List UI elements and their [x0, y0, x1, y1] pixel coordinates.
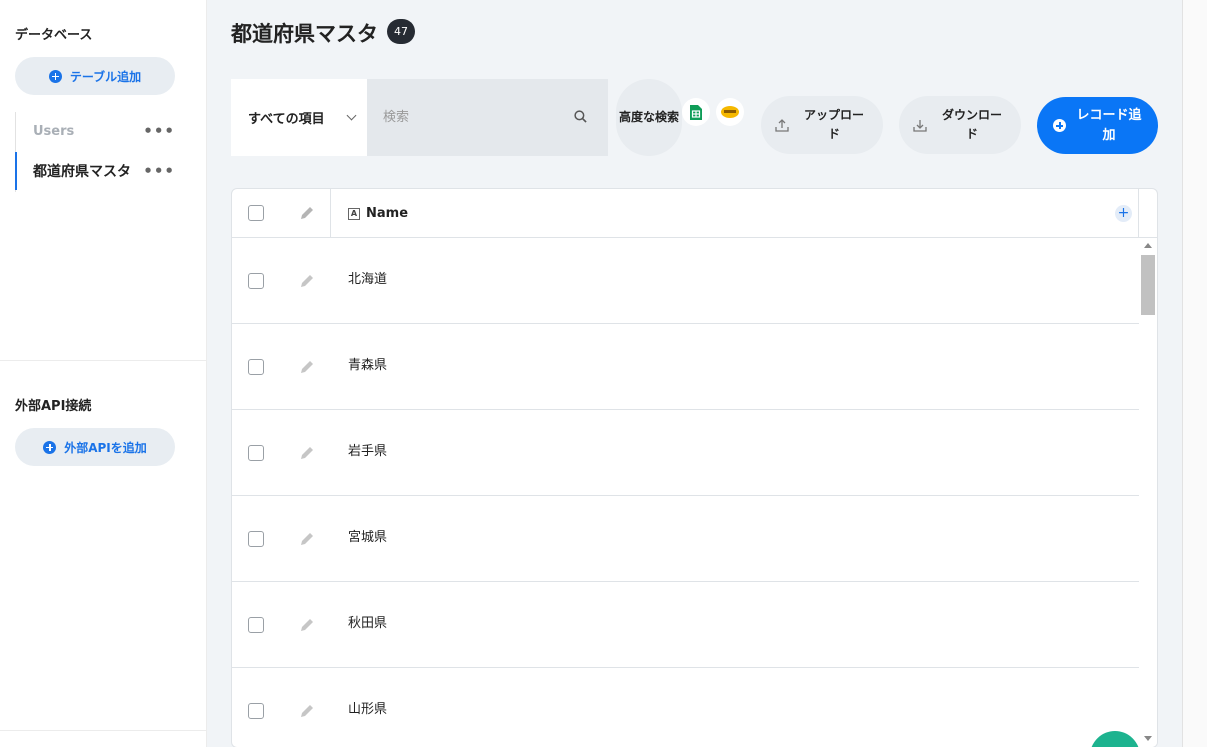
name-cell: 北海道 [348, 272, 388, 287]
table-row[interactable]: 北海道 [232, 238, 1139, 324]
sidebar-divider [0, 360, 207, 361]
row-checkbox[interactable] [248, 445, 264, 461]
row-checkbox[interactable] [248, 703, 264, 719]
add-external-api-button[interactable]: 外部APIを追加 [15, 428, 175, 466]
name-cell: 秋田県 [348, 616, 388, 631]
edit-icon[interactable] [298, 616, 316, 634]
sidebar-item-prefecture-master[interactable]: 都道府県マスタ ••• [15, 152, 190, 190]
search-input[interactable] [367, 79, 608, 156]
sidebar: データベース テーブル追加 Users ••• 都道府県マスタ ••• 外部AP… [0, 0, 207, 747]
sidebar-item-label: Users [33, 123, 75, 139]
add-record-label: レコード追加 [1076, 107, 1142, 143]
plus-circle-icon [1053, 119, 1066, 132]
table-row[interactable]: 宮城県 [232, 496, 1139, 582]
database-section-title: データベース [15, 28, 93, 43]
field-filter-select[interactable]: すべての項目 [231, 79, 367, 156]
name-cell: 山形県 [348, 702, 388, 717]
download-button[interactable]: ダウンロード [899, 96, 1021, 154]
filter-select-value: すべての項目 [248, 112, 325, 127]
column-header-name[interactable]: A Name [330, 189, 408, 238]
scrollbar-thumb[interactable] [1141, 255, 1155, 315]
edit-icon[interactable] [298, 358, 316, 376]
edit-icon[interactable] [298, 702, 316, 720]
table-row[interactable]: 秋田県 [232, 582, 1139, 668]
more-options-icon[interactable]: ••• [143, 162, 175, 180]
upload-label: アップロード [803, 108, 864, 141]
external-api-section-title: 外部API接続 [15, 399, 92, 414]
scroll-down-arrow-icon[interactable] [1144, 736, 1152, 741]
sidebar-divider [0, 730, 207, 731]
plus-circle-icon [43, 440, 57, 454]
name-cell: 青森県 [348, 358, 388, 373]
row-checkbox[interactable] [248, 359, 264, 375]
add-table-label: テーブル追加 [69, 69, 142, 84]
edit-icon[interactable] [298, 272, 316, 290]
window-edge [1182, 0, 1207, 747]
google-sheets-icon[interactable] [682, 98, 710, 126]
add-table-button[interactable]: テーブル追加 [15, 57, 175, 95]
upload-icon [775, 119, 789, 132]
name-cell: 宮城県 [348, 530, 388, 545]
page-title: 都道府県マスタ [231, 22, 378, 46]
add-record-button[interactable]: レコード追加 [1037, 97, 1158, 154]
records-table: A Name + 北海道 青森県 岩手県 宮城県 秋田県 山形県 [231, 188, 1158, 747]
table-scrollbar[interactable] [1139, 238, 1157, 747]
chevron-down-icon [346, 110, 357, 121]
record-count-badge: 47 [387, 19, 415, 44]
kintone-icon[interactable] [716, 98, 744, 126]
sidebar-item-label: 都道府県マスタ [33, 164, 131, 180]
download-icon [913, 120, 927, 132]
download-label: ダウンロード [941, 108, 1002, 141]
column-divider [1138, 189, 1139, 238]
name-cell: 岩手県 [348, 444, 388, 459]
row-checkbox[interactable] [248, 617, 264, 633]
add-external-api-label: 外部APIを追加 [64, 440, 147, 455]
edit-icon[interactable] [298, 444, 316, 462]
add-column-button[interactable]: + [1115, 205, 1132, 222]
edit-icon[interactable] [298, 530, 316, 548]
more-options-icon[interactable]: ••• [143, 122, 175, 140]
edit-icon [301, 207, 313, 219]
main-content: 都道府県マスタ 47 すべての項目 高度な検索 アップロード [207, 0, 1182, 747]
row-checkbox[interactable] [248, 531, 264, 547]
search-icon[interactable] [574, 110, 587, 123]
select-all-checkbox[interactable] [248, 205, 264, 221]
advanced-search-button[interactable]: 高度な検索 [616, 79, 682, 156]
upload-button[interactable]: アップロード [761, 96, 883, 154]
column-header-label: Name [366, 206, 409, 221]
row-checkbox[interactable] [248, 273, 264, 289]
text-type-icon: A [348, 207, 360, 220]
scroll-up-arrow-icon[interactable] [1144, 243, 1152, 248]
table-row[interactable]: 岩手県 [232, 410, 1139, 496]
table-row[interactable]: 山形県 [232, 668, 1139, 747]
table-header: A Name + [232, 189, 1157, 238]
table-row[interactable]: 青森県 [232, 324, 1139, 410]
plus-circle-icon [48, 69, 62, 83]
sidebar-item-users[interactable]: Users ••• [15, 112, 190, 150]
